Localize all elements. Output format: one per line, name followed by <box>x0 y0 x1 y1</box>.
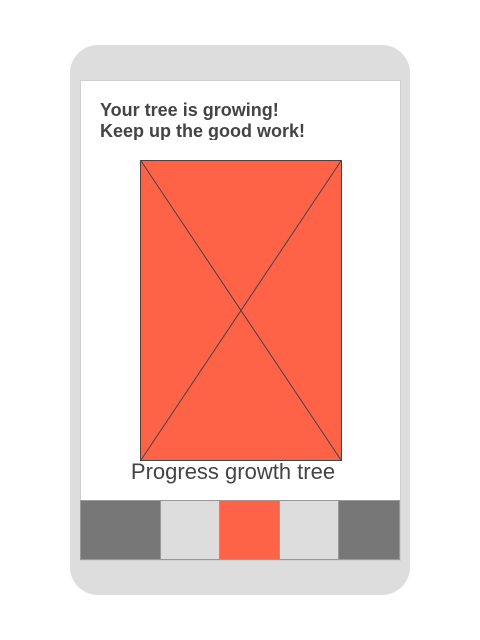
tab-5[interactable] <box>339 501 399 559</box>
tree-caption: Progress growth tree <box>130 459 336 484</box>
tab-4[interactable] <box>279 501 340 559</box>
page-title: Your tree is growing! Keep up the good w… <box>100 100 360 140</box>
image-placeholder-icon <box>141 161 341 460</box>
tab-3[interactable] <box>220 501 280 559</box>
headline-line-2: Keep up the good work! <box>100 121 305 140</box>
headline-line-1: Your tree is growing! <box>100 100 279 120</box>
tab-1[interactable] <box>81 501 161 559</box>
tree-image-placeholder <box>140 160 342 461</box>
bottom-tab-bar <box>80 500 400 560</box>
tab-2[interactable] <box>160 501 221 559</box>
